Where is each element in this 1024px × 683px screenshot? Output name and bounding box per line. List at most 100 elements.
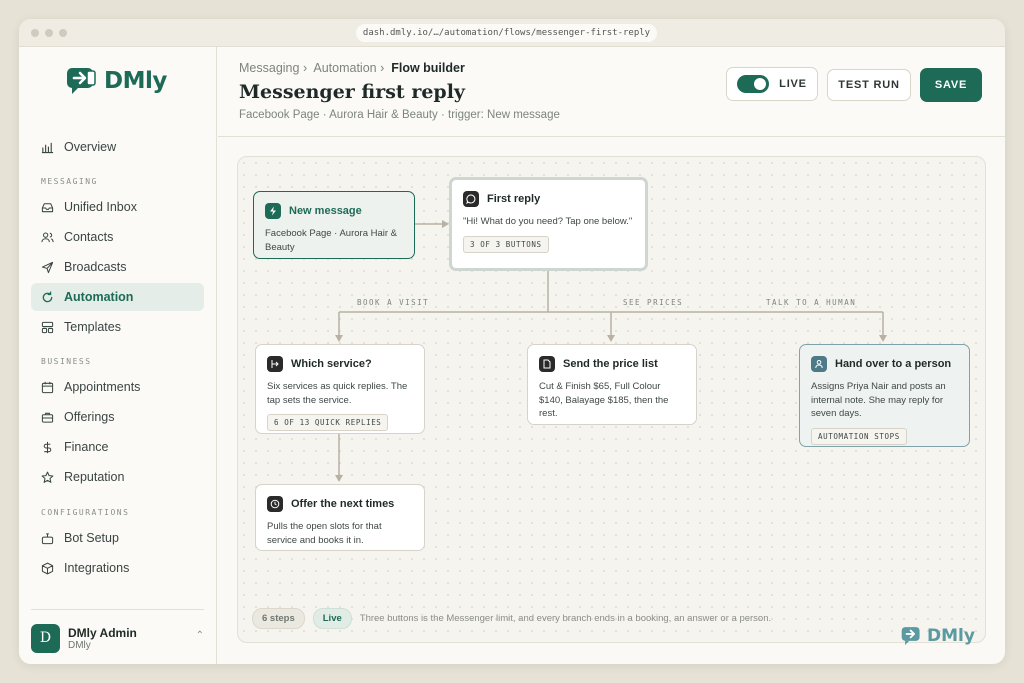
branch-icon — [267, 356, 283, 372]
brand-logo[interactable]: DMly — [66, 65, 167, 97]
window-minimize-dot[interactable] — [45, 29, 53, 37]
node-chip: 3 OF 3 BUTTONS — [463, 235, 549, 253]
templates-icon — [41, 321, 54, 333]
user-org: DMly — [68, 640, 91, 651]
live-label: LIVE — [779, 78, 807, 90]
sidebar-item-appointments[interactable]: Appointments — [31, 373, 204, 401]
node-trigger[interactable]: New message Facebook Page · Aurora Hair … — [253, 191, 415, 259]
breadcrumb-messaging[interactable]: Messaging — [239, 61, 299, 75]
node-body: Assigns Priya Nair and posts an internal… — [811, 381, 946, 419]
breadcrumb-separator: › — [302, 61, 308, 75]
sidebar-item-label: Overview — [64, 140, 117, 154]
footer-note: Three buttons is the Messenger limit, an… — [359, 613, 772, 624]
sidebar-item-label: Contacts — [64, 230, 114, 244]
node-title: First reply — [487, 193, 541, 205]
sidebar-item-offerings[interactable]: Offerings — [31, 403, 204, 431]
node-title: Send the price list — [563, 358, 658, 370]
calendar-icon — [41, 381, 54, 393]
user-menu[interactable]: D DMly Admin DMly ⌃ — [31, 609, 204, 661]
send-icon — [41, 261, 54, 273]
live-toggle-button[interactable]: LIVE — [726, 67, 818, 101]
page-subtitle: Facebook Page · Aurora Hair & Beauty · t… — [239, 109, 560, 121]
breadcrumb-current: Flow builder — [391, 61, 465, 75]
watermark-text: DMly — [927, 626, 975, 646]
section-label-messaging: MESSAGING — [41, 177, 98, 186]
document-icon — [539, 356, 555, 372]
node-which-service[interactable]: Which service? Six services as quick rep… — [255, 344, 425, 434]
node-title: Hand over to a person — [835, 358, 952, 370]
sidebar-item-label: Offerings — [64, 410, 115, 424]
clock-icon — [267, 496, 283, 512]
browser-titlebar: dash.dmly.io/…/automation/flows/messenge… — [19, 19, 1005, 47]
chevron-up-down-icon[interactable]: ⌃ — [196, 630, 204, 641]
star-icon — [41, 471, 54, 483]
sidebar-item-finance[interactable]: Finance — [31, 433, 204, 461]
lightning-icon — [265, 203, 281, 219]
avatar: D — [31, 624, 60, 653]
sidebar-item-contacts[interactable]: Contacts — [31, 223, 204, 251]
dollar-icon — [43, 441, 52, 453]
save-button[interactable]: SAVE — [920, 68, 982, 102]
arrowhead — [335, 335, 343, 342]
sidebar: DMly Overview MESSAGING Unified Inbox Co… — [19, 47, 217, 664]
window-close-dot[interactable] — [31, 29, 39, 37]
arrowhead — [335, 475, 343, 482]
node-title: Offer the next times — [291, 498, 395, 510]
node-hand-over[interactable]: Hand over to a person Assigns Priya Nair… — [799, 344, 970, 447]
test-run-button[interactable]: TEST RUN — [827, 69, 911, 101]
canvas-footer: 6 steps Live Three buttons is the Messen… — [252, 608, 771, 629]
node-body: Facebook Page · Aurora Hair & Beauty — [265, 228, 398, 253]
node-next-times[interactable]: Offer the next times Pulls the open slot… — [255, 484, 425, 551]
flow-canvas[interactable]: BOOK A VISIT SEE PRICES TALK TO A HUMAN … — [237, 156, 986, 646]
sidebar-item-automation[interactable]: Automation — [31, 283, 204, 311]
chat-bubble-icon — [463, 191, 479, 207]
sidebar-item-label: Templates — [64, 320, 121, 334]
sidebar-item-overview[interactable]: Overview — [31, 133, 204, 161]
breadcrumb-separator: › — [380, 61, 385, 75]
steps-badge: 6 steps — [252, 608, 305, 629]
browser-window: dash.dmly.io/…/automation/flows/messenge… — [19, 19, 1005, 664]
sidebar-item-broadcasts[interactable]: Broadcasts — [31, 253, 204, 281]
main-area: Messaging › Automation › Flow builder Me… — [218, 47, 1005, 664]
branch-label-human: TALK TO A HUMAN — [766, 298, 857, 307]
sidebar-item-label: Appointments — [64, 380, 141, 394]
bot-icon — [41, 532, 54, 544]
sidebar-item-label: Integrations — [64, 561, 130, 575]
brand-name: DMly — [104, 68, 167, 94]
contacts-icon — [41, 232, 54, 242]
bar-chart-icon — [41, 142, 54, 153]
arrowhead — [879, 335, 887, 342]
node-body: Pulls the open slots for that service an… — [267, 521, 382, 546]
address-bar[interactable]: dash.dmly.io/…/automation/flows/messenge… — [356, 24, 657, 42]
person-icon — [811, 356, 827, 372]
refresh-icon — [42, 290, 53, 302]
breadcrumb: Messaging › Automation › Flow builder — [239, 61, 465, 75]
node-chip: AUTOMATION STOPS — [811, 427, 907, 445]
breadcrumb-automation[interactable]: Automation — [313, 61, 376, 75]
window-maximize-dot[interactable] — [59, 29, 67, 37]
dmly-logo-icon — [901, 627, 920, 645]
node-price-list[interactable]: Send the price list Cut & Finish $65, Fu… — [527, 344, 697, 425]
node-chip: 6 OF 13 QUICK REPLIES — [267, 414, 389, 431]
node-title: Which service? — [291, 358, 372, 370]
arrowhead — [442, 220, 449, 228]
sidebar-item-integrations[interactable]: Integrations — [31, 554, 204, 582]
live-toggle-switch[interactable] — [737, 75, 770, 93]
watermark-logo: DMly — [901, 626, 975, 646]
sidebar-item-templates[interactable]: Templates — [31, 313, 204, 341]
section-label-business: BUSINESS — [41, 357, 92, 366]
status-badge: Live — [312, 608, 352, 629]
node-body: Six services as quick replies. The tap s… — [267, 381, 408, 406]
sidebar-item-inbox[interactable]: Unified Inbox — [31, 193, 204, 221]
branch-label-prices: SEE PRICES — [623, 298, 684, 307]
page-header: Messaging › Automation › Flow builder Me… — [218, 47, 1005, 137]
node-first-reply[interactable]: First reply "Hi! What do you need? Tap o… — [449, 177, 648, 271]
sidebar-item-bot-setup[interactable]: Bot Setup — [31, 524, 204, 552]
cube-icon — [41, 562, 54, 574]
sidebar-item-label: Bot Setup — [64, 531, 119, 545]
sidebar-item-reputation[interactable]: Reputation — [31, 463, 204, 491]
page-title: Messenger first reply — [239, 81, 465, 103]
node-body: "Hi! What do you need? Tap one below." — [463, 216, 633, 227]
node-body: Cut & Finish $65, Full Colour $140, Bala… — [539, 381, 669, 419]
node-title: New message — [289, 205, 362, 217]
